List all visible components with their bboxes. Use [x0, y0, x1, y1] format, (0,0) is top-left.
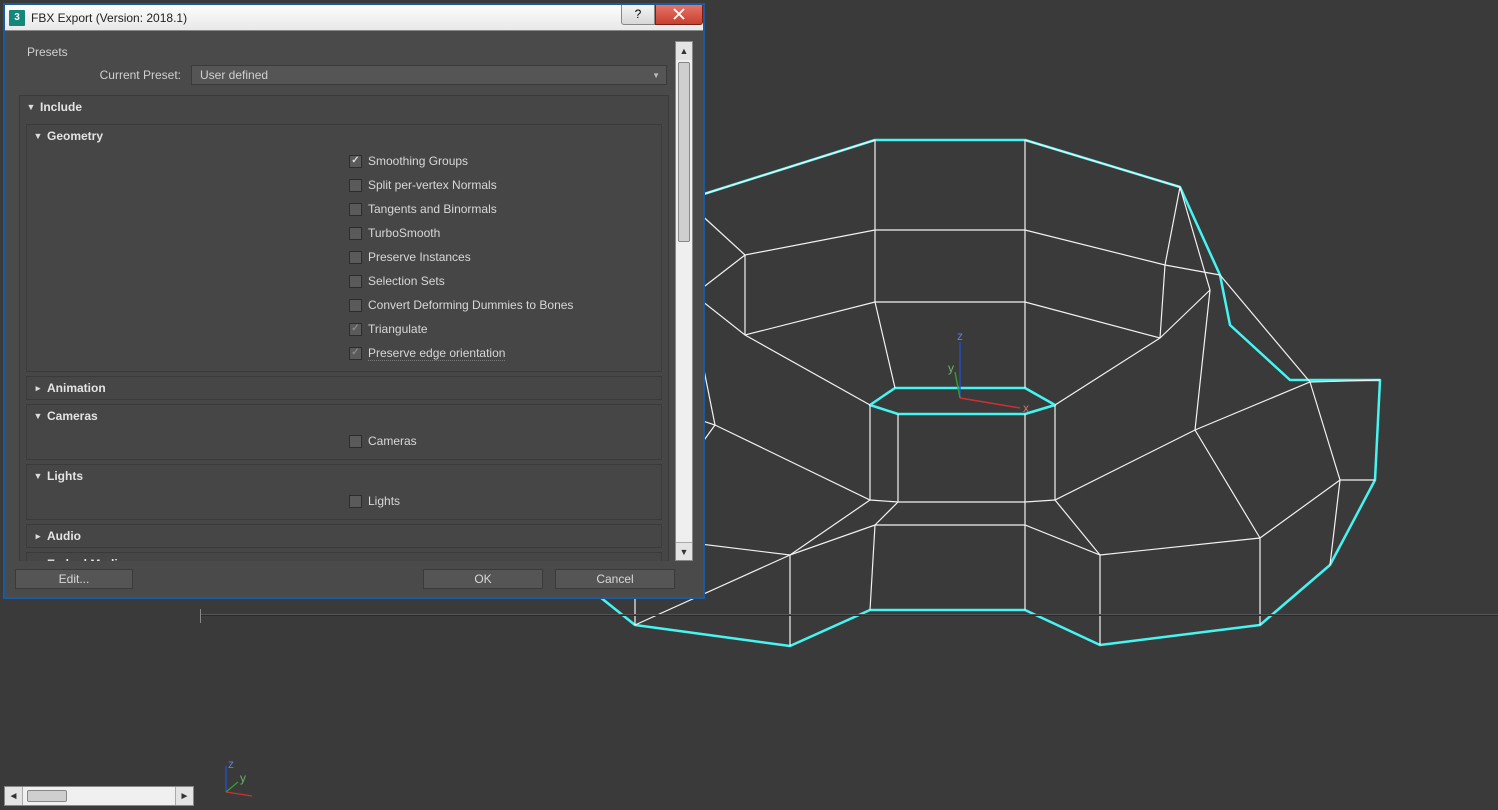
current-preset-label: Current Preset: [21, 68, 191, 82]
checkbox-icon [349, 495, 362, 508]
checkbox-selection-sets[interactable]: Selection Sets [27, 269, 661, 293]
checkbox-split-per-vertex-normals[interactable]: Split per-vertex Normals [27, 173, 661, 197]
group-include-header[interactable]: ▼ Include [20, 96, 668, 118]
scroll-down-icon[interactable]: ▼ [676, 542, 692, 560]
group-embed-header[interactable]: ▼ Embed Media [27, 553, 661, 561]
checkbox-smoothing-groups[interactable]: Smoothing Groups [27, 149, 661, 173]
checkbox-label: Triangulate [368, 322, 428, 336]
group-lights-header[interactable]: ▼ Lights [27, 465, 661, 487]
checkbox-turbosmooth[interactable]: TurboSmooth [27, 221, 661, 245]
checkbox-label: Split per-vertex Normals [368, 178, 497, 192]
group-lights: ▼ Lights Lights [26, 464, 662, 520]
viewport-axis-gizmo: z y [218, 760, 258, 800]
help-button[interactable]: ? [621, 5, 655, 25]
caret-down-icon: ▼ [33, 411, 43, 421]
checkbox-label: TurboSmooth [368, 226, 440, 240]
caret-down-icon: ▼ [33, 471, 43, 481]
checkbox-icon [349, 227, 362, 240]
edit-button[interactable]: Edit... [15, 569, 133, 589]
group-audio: ▸ Audio [26, 524, 662, 548]
vertical-scrollbar[interactable]: ▲ ▼ [675, 41, 693, 561]
scroll-thumb[interactable] [678, 62, 690, 242]
presets-heading: Presets [15, 41, 673, 65]
checkbox-label: Selection Sets [368, 274, 445, 288]
scroll-up-icon[interactable]: ▲ [676, 42, 692, 60]
checkbox-icon [349, 251, 362, 264]
svg-text:x: x [1023, 401, 1029, 415]
checkbox-preserve-instances[interactable]: Preserve Instances [27, 245, 661, 269]
svg-text:z: z [228, 760, 234, 771]
svg-text:y: y [240, 771, 246, 785]
close-icon [673, 8, 685, 20]
scroll-thumb[interactable] [27, 790, 67, 802]
group-geometry: ▼ Geometry Smoothing Groups Split per-ver… [26, 124, 662, 372]
caret-right-icon: ▸ [33, 531, 43, 542]
group-geometry-header[interactable]: ▼ Geometry [27, 125, 661, 147]
group-embed-media: ▼ Embed Media Embed Media [26, 552, 662, 561]
caret-down-icon: ▼ [33, 131, 43, 141]
close-button[interactable] [655, 5, 703, 25]
group-audio-header[interactable]: ▸ Audio [27, 525, 661, 547]
checkbox-label: Preserve edge orientation [368, 346, 505, 361]
scroll-left-icon[interactable]: ◄ [5, 787, 23, 805]
scroll-right-icon[interactable]: ► [175, 787, 193, 805]
checkbox-tangents-and-binormals[interactable]: Tangents and Binormals [27, 197, 661, 221]
dialog-titlebar[interactable]: 3 FBX Export (Version: 2018.1) ? [5, 5, 703, 31]
timeline-bar[interactable] [200, 614, 1498, 616]
svg-text:y: y [948, 361, 954, 375]
caret-down-icon: ▼ [26, 102, 36, 112]
checkbox-lights[interactable]: Lights [27, 489, 661, 513]
checkbox-cameras[interactable]: Cameras [27, 429, 661, 453]
checkbox-icon [349, 203, 362, 216]
group-cameras-header[interactable]: ▼ Cameras [27, 405, 661, 427]
dialog-scroll-area: Presets Current Preset: User defined ▼ I… [15, 41, 673, 561]
dialog-title: FBX Export (Version: 2018.1) [31, 11, 621, 25]
checkbox-icon [349, 347, 362, 360]
checkbox-icon [349, 179, 362, 192]
caret-right-icon: ▸ [33, 383, 43, 394]
checkbox-icon [349, 299, 362, 312]
checkbox-preserve-edge-orientation[interactable]: Preserve edge orientation [27, 341, 661, 365]
checkbox-icon [349, 323, 362, 336]
group-animation-header[interactable]: ▸ Animation [27, 377, 661, 399]
horizontal-scrollbar[interactable]: ◄ ► [4, 786, 194, 806]
current-preset-select[interactable]: User defined [191, 65, 667, 85]
svg-text:z: z [957, 329, 963, 343]
app-icon: 3 [9, 10, 25, 26]
cancel-button[interactable]: Cancel [555, 569, 675, 589]
checkbox-label: Smoothing Groups [368, 154, 468, 168]
group-animation: ▸ Animation [26, 376, 662, 400]
checkbox-convert-deforming-dummies-to-bones[interactable]: Convert Deforming Dummies to Bones [27, 293, 661, 317]
checkbox-label: Tangents and Binormals [368, 202, 497, 216]
dialog-footer: Edit... OK Cancel [5, 561, 703, 597]
checkbox-triangulate[interactable]: Triangulate [27, 317, 661, 341]
ok-button[interactable]: OK [423, 569, 543, 589]
checkbox-label: Convert Deforming Dummies to Bones [368, 298, 573, 312]
group-include: ▼ Include ▼ Geometry Smoothing Groups Spl… [19, 95, 669, 561]
checkbox-label: Preserve Instances [368, 250, 471, 264]
fbx-export-dialog: 3 FBX Export (Version: 2018.1) ? Presets… [4, 4, 704, 598]
checkbox-icon [349, 155, 362, 168]
group-cameras: ▼ Cameras Cameras [26, 404, 662, 460]
checkbox-icon [349, 275, 362, 288]
checkbox-icon [349, 435, 362, 448]
